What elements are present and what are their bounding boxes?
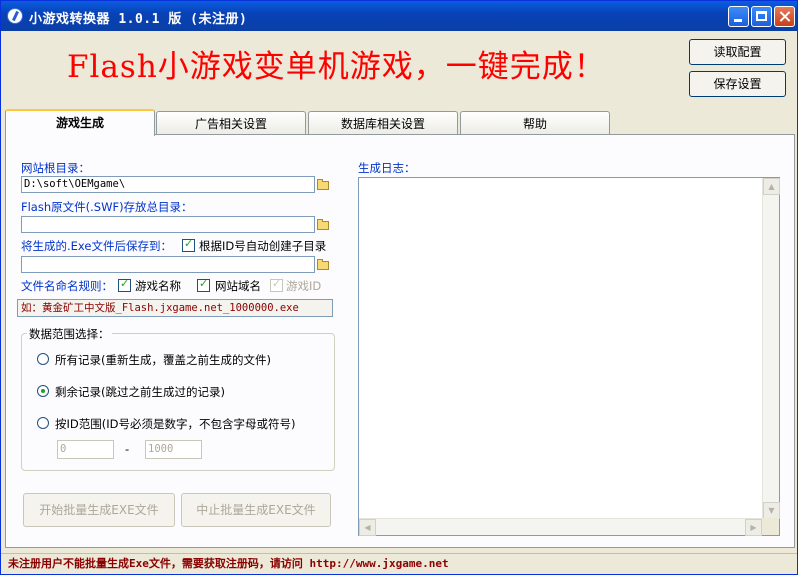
range-all-radio[interactable] xyxy=(37,353,49,365)
naming-example: 如：黄金矿工中文版_Flash.jxgame.net_1000000.exe xyxy=(17,299,333,317)
window-title: 小游戏转换器 1.0.1 版 (未注册) xyxy=(29,12,248,27)
headline: Flash小游戏变单机游戏，一键完成！ xyxy=(67,49,606,85)
naming-game-id-label: 游戏ID xyxy=(286,279,322,293)
auto-subdir-label: 根据ID号自动创建子目录 xyxy=(199,239,327,253)
flash-dir-input[interactable] xyxy=(21,216,315,233)
auto-subdir-checkbox[interactable] xyxy=(182,237,195,252)
tab-ad-settings[interactable]: 广告相关设置 xyxy=(156,111,306,135)
scroll-right-icon[interactable]: ▶ xyxy=(745,519,762,536)
range-all-label: 所有记录(重新生成，覆盖之前生成的文件) xyxy=(55,353,271,367)
save-config-button[interactable]: 保存设置 xyxy=(689,71,786,97)
naming-game-id-checkbox xyxy=(270,277,283,292)
site-root-input[interactable]: D:\soft\OEMgame\ xyxy=(21,176,315,193)
browse-folder-icon[interactable] xyxy=(315,177,332,192)
data-range-title: 数据范围选择： xyxy=(27,326,112,342)
app-icon xyxy=(7,8,23,24)
naming-domain-checkbox[interactable] xyxy=(197,277,210,292)
app-window: 小游戏转换器 1.0.1 版 (未注册) Flash小游戏变单机游戏，一键完成！… xyxy=(0,0,798,575)
id-from-input: 0 xyxy=(57,440,114,459)
site-root-label: 网站根目录： xyxy=(21,161,90,175)
id-to-input: 1000 xyxy=(145,440,202,459)
naming-rule-label: 文件名命名规则： xyxy=(21,279,113,293)
tab-game-generate[interactable]: 游戏生成 xyxy=(5,109,155,136)
tab-help[interactable]: 帮助 xyxy=(460,111,610,135)
log-label: 生成日志： xyxy=(358,161,416,175)
naming-game-name-checkbox[interactable] xyxy=(118,277,131,292)
scroll-up-icon[interactable]: ▲ xyxy=(763,178,780,195)
vertical-scrollbar[interactable]: ▲ ▼ xyxy=(762,178,780,519)
exe-save-input[interactable] xyxy=(21,256,315,273)
browse-folder-icon[interactable] xyxy=(315,217,332,232)
maximize-button[interactable] xyxy=(751,6,772,27)
range-id-radio[interactable] xyxy=(37,417,49,429)
scroll-down-icon[interactable]: ▼ xyxy=(763,502,780,519)
id-range-separator: - xyxy=(125,442,130,456)
scrollbar-corner xyxy=(762,518,779,535)
naming-domain-label: 网站域名 xyxy=(215,279,261,293)
title-bar[interactable]: 小游戏转换器 1.0.1 版 (未注册) xyxy=(1,1,797,31)
range-id-label: 按ID范围(ID号必须是数字，不包含字母或符号) xyxy=(55,417,296,431)
browse-folder-icon[interactable] xyxy=(315,257,332,272)
close-button[interactable] xyxy=(774,6,795,27)
tab-database-settings[interactable]: 数据库相关设置 xyxy=(308,111,458,135)
naming-game-name-label: 游戏名称 xyxy=(135,279,181,293)
status-bar: 未注册用户不能批量生成Exe文件，需要获取注册码，请访问 http://www.… xyxy=(1,553,797,574)
stop-batch-button: 中止批量生成EXE文件 xyxy=(181,493,331,527)
range-remaining-radio[interactable] xyxy=(37,385,49,397)
start-batch-button: 开始批量生成EXE文件 xyxy=(23,493,175,527)
scroll-left-icon[interactable]: ◀ xyxy=(359,519,376,536)
read-config-button[interactable]: 读取配置 xyxy=(689,39,786,65)
log-textarea[interactable]: ▲ ▼ ◀ ▶ xyxy=(358,177,780,536)
minimize-button[interactable] xyxy=(728,6,749,27)
horizontal-scrollbar[interactable]: ◀ ▶ xyxy=(359,518,762,536)
range-remaining-label: 剩余记录(跳过之前生成过的记录) xyxy=(55,385,225,399)
exe-save-label: 将生成的.Exe文件后保存到： xyxy=(21,239,172,253)
flash-dir-label: Flash原文件(.SWF)存放总目录： xyxy=(21,200,193,214)
